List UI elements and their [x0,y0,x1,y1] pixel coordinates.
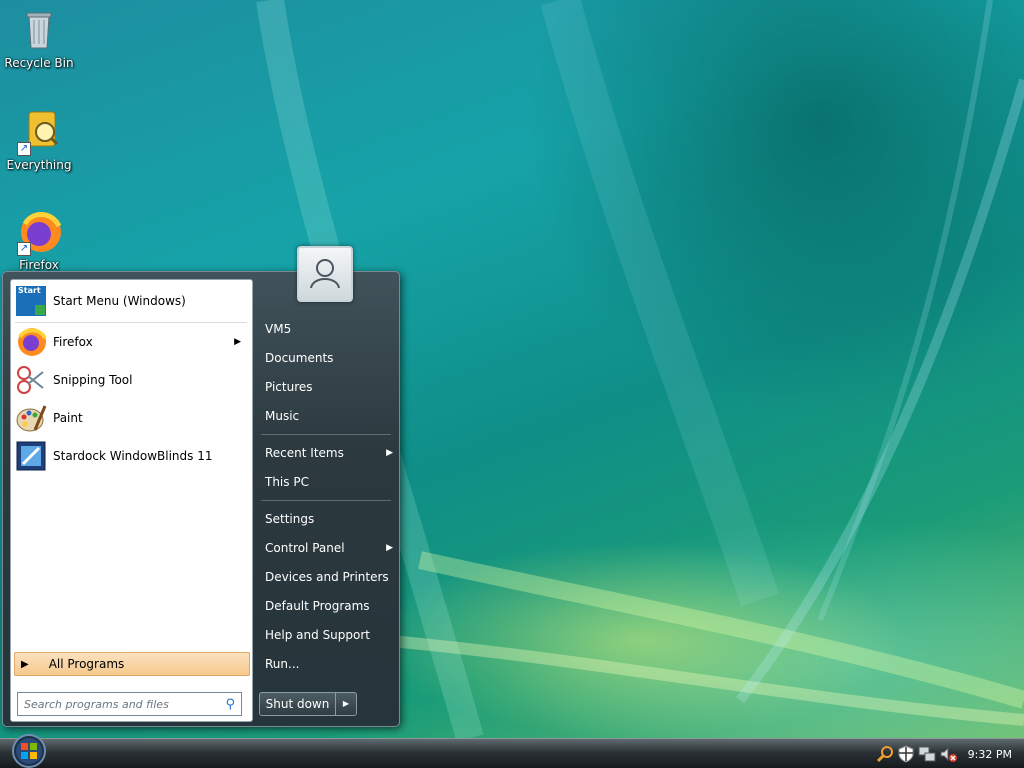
shutdown-button[interactable]: Shut down [260,693,336,715]
start-menu: Start Start Menu (Windows) Firefox ▶ Sni… [2,271,400,727]
submenu-arrow-icon: ▶ [386,448,393,458]
program-label: Start Menu (Windows) [53,294,186,308]
firefox-icon: ↗ [15,208,63,256]
search-icon[interactable] [876,745,894,763]
shortcut-arrow-icon: ↗ [17,142,31,156]
place-help-and-support[interactable]: Help and Support [265,624,393,646]
recycle-bin-icon [15,6,63,54]
place-recent-items[interactable]: Recent Items ▶ [265,442,393,464]
place-default-programs[interactable]: Default Programs [265,595,393,617]
menu-separator [261,434,391,435]
all-programs-label: All Programs [48,657,125,671]
place-documents[interactable]: Documents [265,347,393,369]
desktop-icon-firefox[interactable]: ↗ Firefox [1,208,77,272]
desktop-icon-label: Everything [6,158,72,172]
system-tray: 9:32 PM [876,739,1024,768]
place-music[interactable]: Music [265,405,393,427]
desktop-icon-recycle-bin[interactable]: Recycle Bin [1,6,77,70]
shutdown-options-arrow-icon[interactable]: ▶ [336,693,356,715]
submenu-arrow-icon: ▶ [234,337,241,347]
place-pictures[interactable]: Pictures [265,376,393,398]
paint-palette-icon [15,402,47,434]
place-control-panel[interactable]: Control Panel ▶ [265,537,393,559]
place-this-pc[interactable]: This PC [265,471,393,493]
program-label: Paint [53,411,83,425]
everything-icon: ↗ [15,108,63,156]
start-menu-programs-pane: Start Start Menu (Windows) Firefox ▶ Sni… [10,279,253,722]
start-menu-icon: Start [15,285,47,317]
program-label: Snipping Tool [53,373,133,387]
volume-muted-icon[interactable] [939,745,957,763]
program-firefox[interactable]: Firefox ▶ [15,324,249,360]
menu-separator [15,322,247,323]
program-stardock-windowblinds[interactable]: Stardock WindowBlinds 11 [15,438,249,474]
shutdown-button-group: Shut down ▶ [259,692,357,716]
taskbar: 9:32 PM [0,738,1024,768]
place-devices-and-printers[interactable]: Devices and Printers [265,566,393,588]
windows-orb-icon [12,734,46,768]
search-box[interactable]: ⚲ [17,692,242,716]
user-avatar-icon [310,259,340,289]
submenu-arrow-icon: ▶ [386,543,393,553]
search-input[interactable] [24,697,214,711]
menu-separator [261,500,391,501]
desktop-icon-label: Recycle Bin [4,56,74,70]
scissors-icon [15,364,47,396]
security-shield-icon[interactable] [897,745,915,763]
desktop-icon-everything[interactable]: ↗ Everything [1,108,77,172]
place-settings[interactable]: Settings [265,508,393,530]
taskbar-clock[interactable]: 9:32 PM [968,748,1012,761]
start-button[interactable] [6,732,52,768]
user-account-picture[interactable] [297,246,353,302]
desktop-icon-label: Firefox [19,258,59,272]
place-run[interactable]: Run... [265,653,393,675]
program-snipping-tool[interactable]: Snipping Tool [15,362,249,398]
shortcut-arrow-icon: ↗ [17,242,31,256]
firefox-icon [15,326,47,358]
program-label: Stardock WindowBlinds 11 [53,449,213,463]
program-paint[interactable]: Paint [15,400,249,436]
search-icon[interactable]: ⚲ [225,697,235,712]
place-vm5[interactable]: VM5 [265,318,393,340]
network-icon[interactable] [918,745,936,763]
start-menu-places-pane: VM5 Documents Pictures Music Recent Item… [255,272,401,728]
expand-arrow-icon: ▶ [21,658,29,670]
pinned-start-menu-windows[interactable]: Start Start Menu (Windows) [15,283,249,319]
all-programs-button[interactable]: ▶ All Programs [14,652,250,676]
program-label: Firefox [53,335,93,349]
windowblinds-icon [15,440,47,472]
